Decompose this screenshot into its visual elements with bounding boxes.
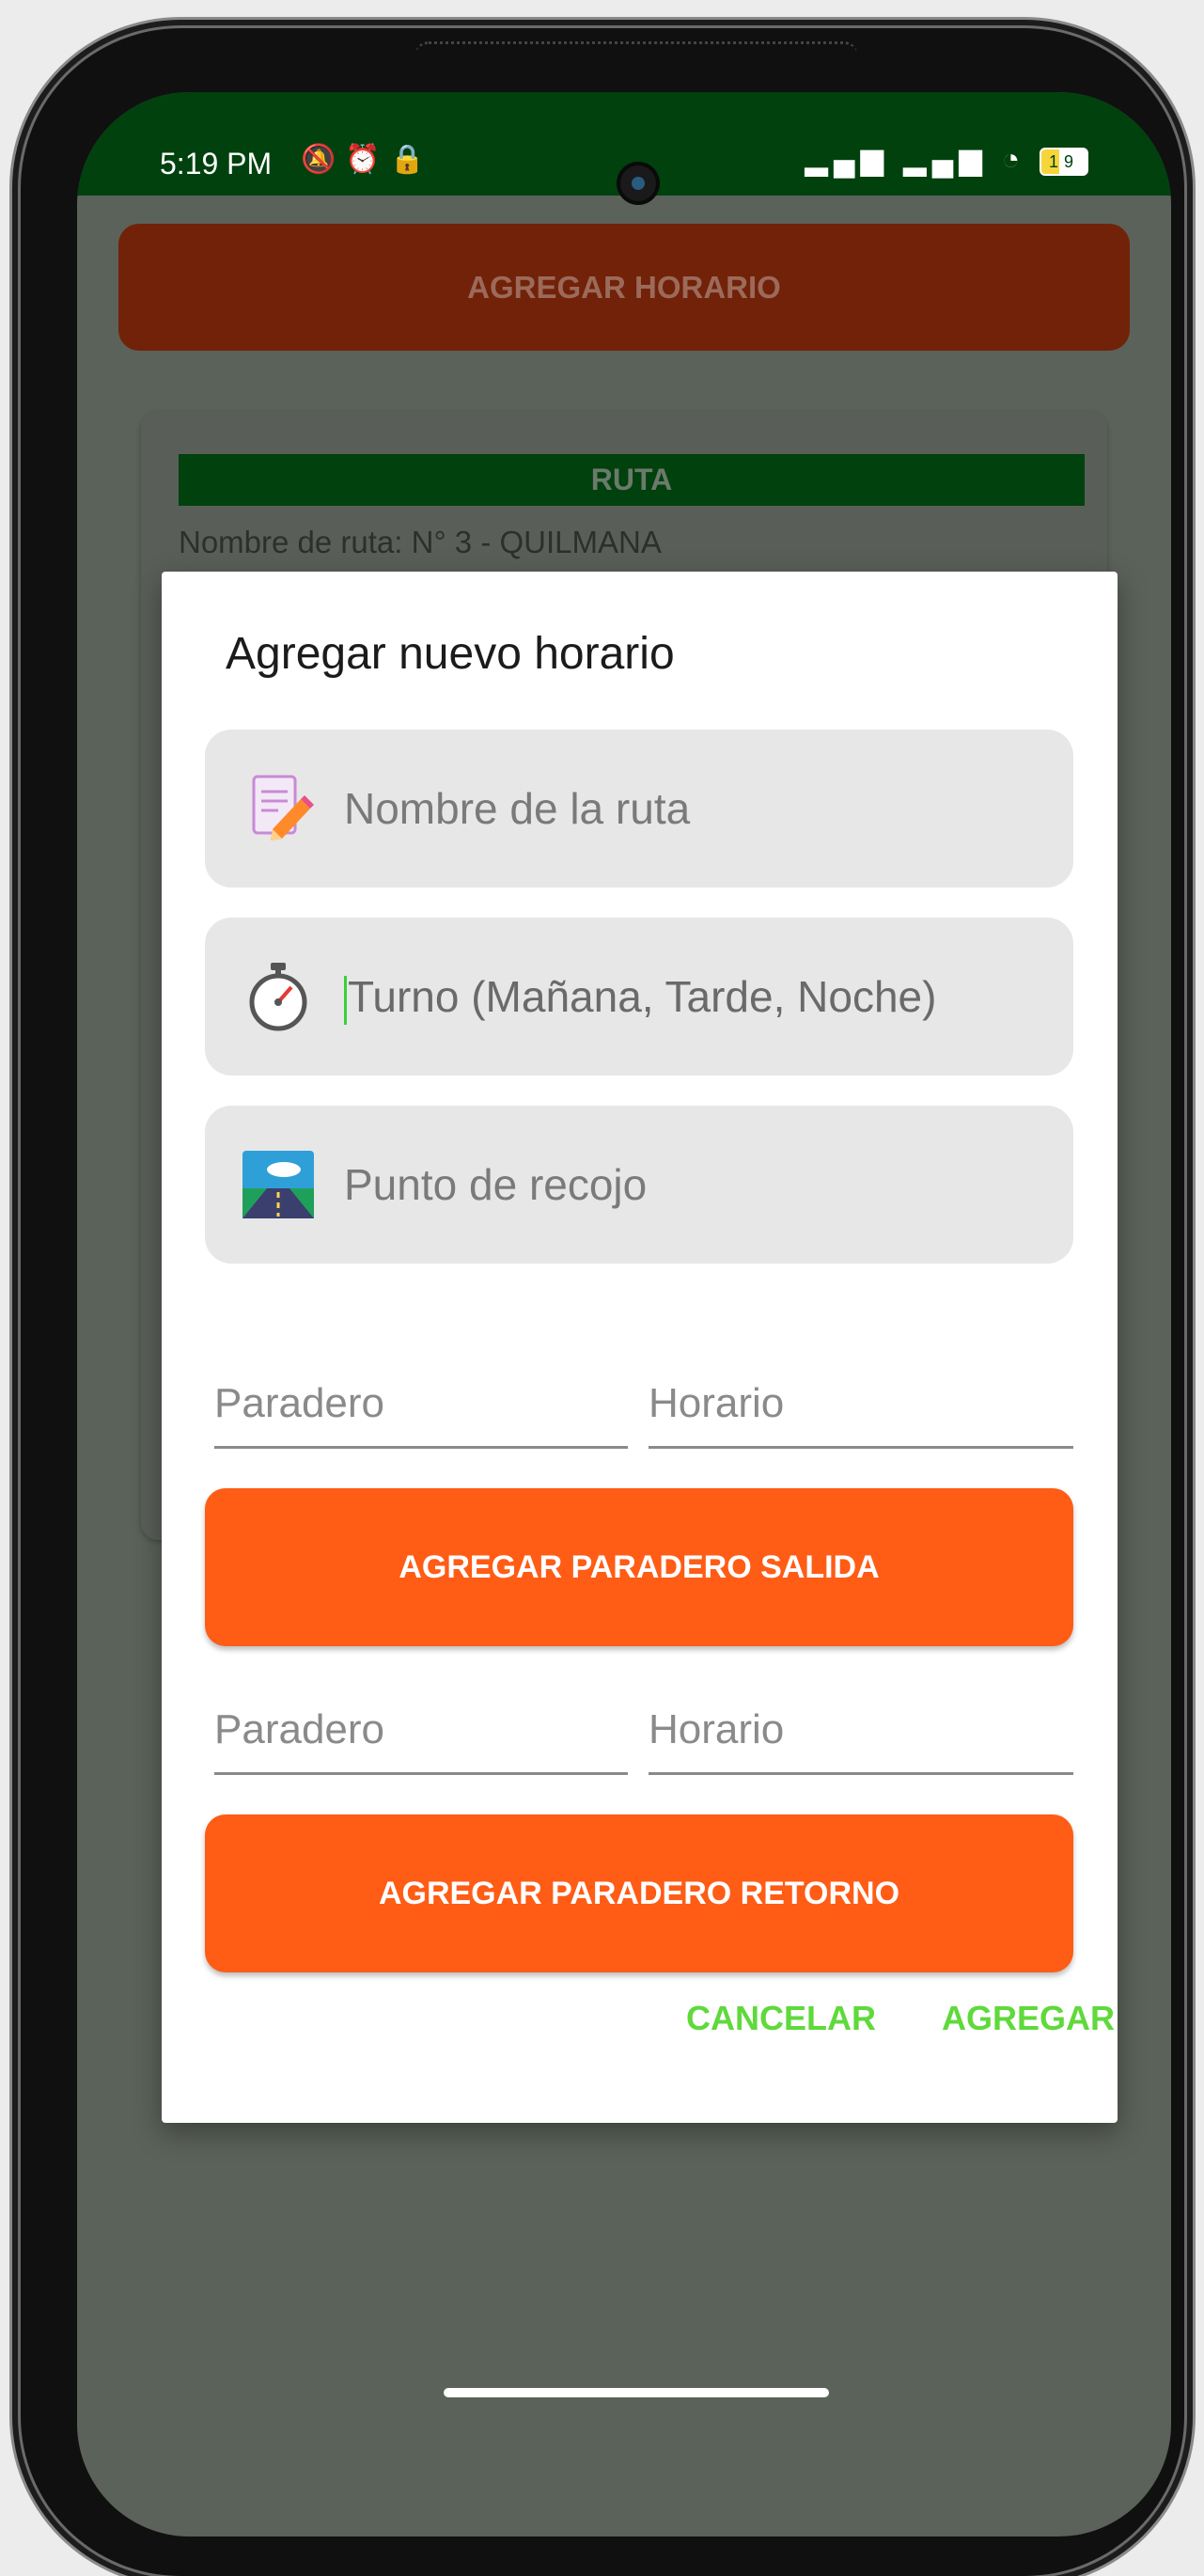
alarm-icon: ⏰ — [345, 144, 390, 175]
shift-placeholder: Turno (Mañana, Tarde, Noche) — [348, 972, 937, 1021]
home-indicator[interactable] — [444, 2388, 829, 2397]
return-stop-input[interactable]: Paradero — [214, 1697, 628, 1775]
phone-frame: 5:19 PM 🔕⏰🔒 ▂▄▆ ▂▄▆ ◔ 19 AGREGAR HORARIO… — [21, 28, 1184, 2576]
pickup-point-placeholder: Punto de recojo — [344, 1160, 648, 1209]
text-cursor — [344, 976, 347, 1025]
status-time: 5:19 PM — [160, 147, 273, 181]
route-card-header: RUTA — [179, 454, 1085, 506]
mute-icon: 🔕 — [301, 144, 346, 175]
add-outbound-stop-button[interactable]: AGREGAR PARADERO SALIDA — [205, 1488, 1073, 1646]
add-schedule-dialog: Agregar nuevo horario Nombre de la ruta — [162, 572, 1118, 2123]
wifi-icon: ◔ — [1001, 142, 1026, 176]
outbound-stop-input[interactable]: Paradero — [214, 1371, 628, 1449]
route-name-text: Nombre de ruta: N° 3 - QUILMANA — [179, 525, 662, 559]
confirm-add-button[interactable]: AGREGAR — [942, 1999, 1115, 2038]
stopwatch-icon — [249, 963, 307, 1031]
add-schedule-button[interactable]: AGREGAR HORARIO — [118, 224, 1130, 351]
outbound-time-input[interactable]: Horario — [649, 1371, 1073, 1449]
system-icons: ▂▄▆ ▂▄▆ ◔ 19 — [805, 141, 1088, 177]
shift-field[interactable]: Turno (Mañana, Tarde, Noche) — [205, 918, 1073, 1076]
lock-icon: 🔒 — [389, 144, 435, 175]
route-name-placeholder: Nombre de la ruta — [344, 784, 691, 833]
battery-icon: 19 — [1040, 147, 1088, 176]
notification-icons: 🔕⏰🔒 — [301, 143, 434, 176]
road-icon — [242, 1151, 314, 1218]
signal-icon-2: ▂▄▆ — [903, 142, 988, 176]
phone-top-edge — [415, 41, 857, 65]
add-return-stop-button[interactable]: AGREGAR PARADERO RETORNO — [205, 1814, 1073, 1972]
front-camera — [620, 165, 656, 201]
route-name-field[interactable]: Nombre de la ruta — [205, 730, 1073, 887]
dialog-title: Agregar nuevo horario — [226, 629, 675, 679]
edit-document-icon — [252, 775, 314, 840]
signal-icon: ▂▄▆ — [805, 142, 890, 176]
cancel-button[interactable]: CANCELAR — [686, 1999, 876, 2038]
screen: 5:19 PM 🔕⏰🔒 ▂▄▆ ▂▄▆ ◔ 19 AGREGAR HORARIO… — [77, 92, 1171, 2537]
return-time-input[interactable]: Horario — [649, 1697, 1073, 1775]
pickup-point-field[interactable]: Punto de recojo — [205, 1106, 1073, 1264]
